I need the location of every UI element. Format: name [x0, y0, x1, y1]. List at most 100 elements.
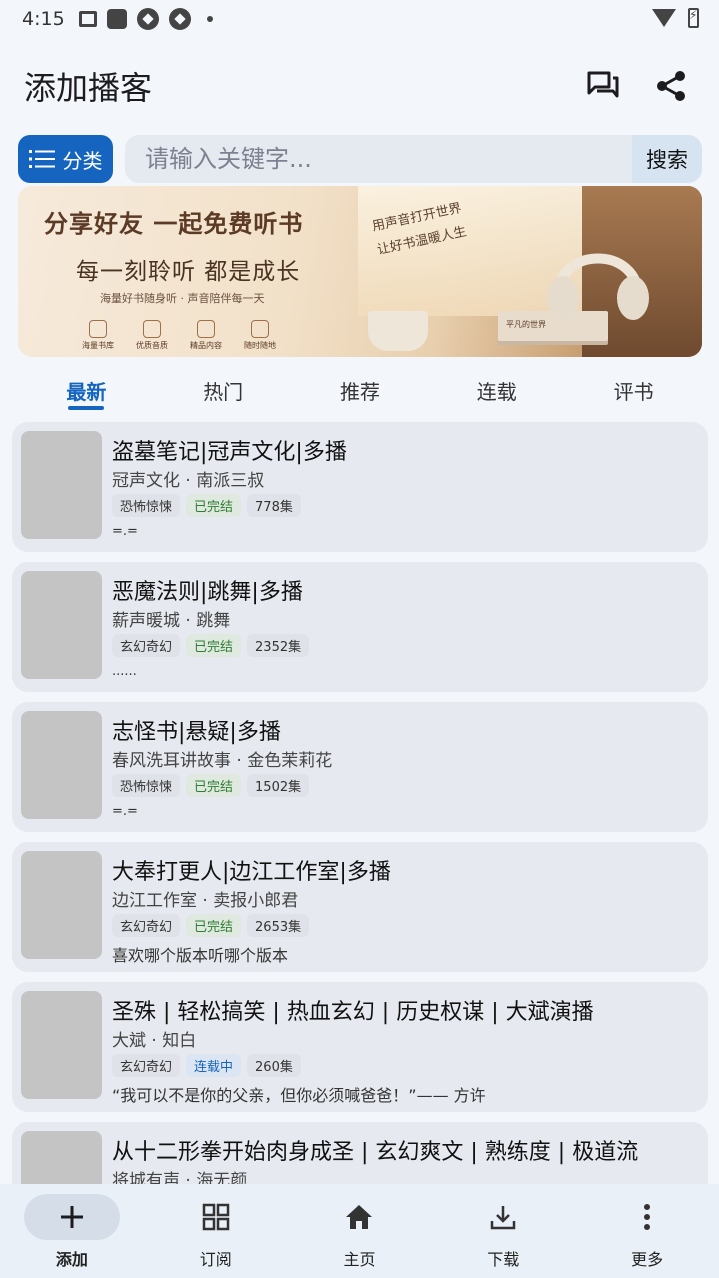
banner-feature: 海量书库	[82, 320, 114, 351]
nav-home[interactable]: 主页	[288, 1184, 432, 1278]
banner-headline: 分享好友 一起免费听书	[44, 210, 304, 238]
podcast-description: =.=	[112, 804, 138, 819]
podcast-card[interactable]: 志怪书|悬疑|多播 春风洗耳讲故事 · 金色茉莉花 恐怖惊悚 已完结 1502集…	[12, 702, 708, 832]
podcast-description: =.=	[112, 524, 138, 539]
podcast-authors: 冠声文化 · 南派三叔	[112, 471, 265, 491]
nav-subscriptions-label: 订阅	[199, 1250, 232, 1269]
tab-storytelling[interactable]: 评书	[565, 362, 702, 412]
podcast-description: “我可以不是你的父亲，但你必须喊爸爸！”—— 方许	[112, 1086, 486, 1105]
podcast-tags: 玄幻奇幻 连载中 260集	[112, 1054, 301, 1077]
share-button[interactable]	[647, 62, 695, 110]
plus-icon	[60, 1206, 83, 1228]
tab-recommended[interactable]: 推荐	[292, 362, 429, 412]
genre-tag: 玄幻奇幻	[112, 914, 181, 937]
banner-feature-label: 精品内容	[190, 341, 222, 350]
podcast-authors: 薪声暖城 · 跳舞	[112, 611, 231, 631]
promo-banner[interactable]: 分享好友 一起免费听书 每一刻聆听 都是成长 海量好书随身听 · 声音陪伴每一天…	[18, 186, 702, 357]
list-icon	[28, 150, 55, 168]
chat-bubbles-icon	[587, 71, 619, 98]
wifi-icon	[652, 9, 676, 27]
nav-downloads[interactable]: 下载	[431, 1184, 575, 1278]
image-notification-icon	[78, 11, 97, 27]
home-icon	[346, 1205, 373, 1229]
clock-icon	[251, 320, 269, 338]
battery-charging-icon	[688, 8, 699, 28]
podcast-title: 盗墓笔记|冠声文化|多播	[112, 440, 347, 465]
headphones-icon	[547, 253, 649, 320]
podcast-authors: 边江工作室 · 卖报小郎君	[112, 891, 299, 911]
category-button[interactable]: 分类	[18, 135, 113, 183]
episode-count: 778集	[247, 494, 301, 517]
more-vertical-icon	[644, 1204, 651, 1230]
podcast-authors: 春风洗耳讲故事 · 金色茉莉花	[112, 751, 333, 771]
status-bar: 4:15	[0, 0, 719, 38]
category-button-label: 分类	[62, 148, 103, 173]
episode-count: 2352集	[247, 634, 310, 657]
app-bar: 添加播客	[0, 58, 719, 114]
podcast-list: 盗墓笔记|冠声文化|多播 冠声文化 · 南派三叔 恐怖惊悚 已完结 778集 =…	[12, 422, 708, 1262]
search-row: 分类 搜索	[18, 135, 702, 183]
nav-more-pill	[599, 1194, 695, 1240]
banner-feature-label: 随时随地	[244, 341, 276, 350]
bottom-navigation: 添加 订阅 主页 下载 更多	[0, 1184, 719, 1278]
banner-subtitle: 每一刻聆听 都是成长	[76, 259, 301, 285]
episode-count: 2653集	[247, 914, 310, 937]
podcast-card[interactable]: 圣殊 | 轻松搞笑 | 热血玄幻 | 历史权谋 | 大斌演播 大斌 · 知白 玄…	[12, 982, 708, 1112]
banner-feature-label: 优质音质	[136, 341, 168, 350]
podcast-description: 喜欢哪个版本听哪个版本	[112, 946, 289, 965]
nav-home-label: 主页	[343, 1250, 376, 1269]
podcast-cover	[21, 711, 102, 819]
nav-home-pill	[311, 1194, 407, 1240]
grid-icon	[202, 1203, 229, 1231]
search-box: 搜索	[125, 135, 702, 183]
podcast-cover	[21, 431, 102, 539]
status-badge: 已完结	[186, 774, 242, 797]
nav-subscriptions[interactable]: 订阅	[144, 1184, 288, 1278]
banner-feature-label: 海量书库	[82, 341, 114, 350]
nav-subscriptions-pill	[168, 1194, 264, 1240]
podcast-card[interactable]: 大奉打更人|边江工作室|多播 边江工作室 · 卖报小郎君 玄幻奇幻 已完结 26…	[12, 842, 708, 972]
nav-more[interactable]: 更多	[575, 1184, 719, 1278]
nav-downloads-pill	[455, 1194, 551, 1240]
episode-count: 1502集	[247, 774, 310, 797]
feedback-button[interactable]	[579, 62, 627, 110]
tab-serialized[interactable]: 连载	[428, 362, 565, 412]
headphones-small-icon	[143, 320, 161, 338]
bookmark-icon	[197, 320, 215, 338]
podcast-authors: 大斌 · 知白	[112, 1031, 197, 1051]
nav-add-pill	[23, 1194, 120, 1240]
genre-tag: 玄幻奇幻	[112, 1054, 181, 1077]
status-badge: 已完结	[186, 634, 242, 657]
status-time: 4:15	[22, 8, 65, 30]
episode-count: 260集	[247, 1054, 301, 1077]
more-notifications-dot-icon	[206, 16, 213, 22]
status-badge: 已完结	[186, 914, 242, 937]
tab-latest[interactable]: 最新	[18, 362, 155, 412]
tab-hot[interactable]: 热门	[155, 362, 292, 412]
genre-tag: 玄幻奇幻	[112, 634, 181, 657]
app-notification-icon	[106, 9, 127, 29]
podcast-tags: 玄幻奇幻 已完结 2352集	[112, 634, 310, 657]
nav-downloads-label: 下载	[487, 1250, 520, 1269]
nav-add[interactable]: 添加	[0, 1184, 144, 1278]
podcast-tags: 恐怖惊悚 已完结 1502集	[112, 774, 310, 797]
nav-more-label: 更多	[631, 1250, 664, 1269]
search-button[interactable]: 搜索	[632, 135, 702, 183]
podcast-title: 从十二形拳开始肉身成圣 | 玄幻爽文 | 熟练度 | 极道流	[112, 1140, 639, 1165]
nav-add-label: 添加	[55, 1250, 88, 1269]
aperture-notification-icon	[136, 8, 159, 30]
download-icon	[491, 1206, 516, 1230]
status-badge: 已完结	[186, 494, 242, 517]
podcast-card[interactable]: 恶魔法则|跳舞|多播 薪声暖城 · 跳舞 玄幻奇幻 已完结 2352集 ....…	[12, 562, 708, 692]
podcast-cover	[21, 851, 102, 959]
banner-cup-art	[368, 311, 428, 351]
genre-tag: 恐怖惊悚	[112, 774, 181, 797]
banner-feature: 精品内容	[190, 320, 222, 351]
share-icon	[657, 71, 685, 101]
podcast-card[interactable]: 盗墓笔记|冠声文化|多播 冠声文化 · 南派三叔 恐怖惊悚 已完结 778集 =…	[12, 422, 708, 552]
category-tabs: 最新 热门 推荐 连载 评书	[18, 362, 702, 412]
banner-features: 海量书库 优质音质 精品内容 随时随地	[82, 320, 276, 351]
aperture-notification-icon-2	[168, 8, 191, 30]
podcast-title: 志怪书|悬疑|多播	[112, 720, 281, 745]
search-input[interactable]	[125, 135, 632, 183]
